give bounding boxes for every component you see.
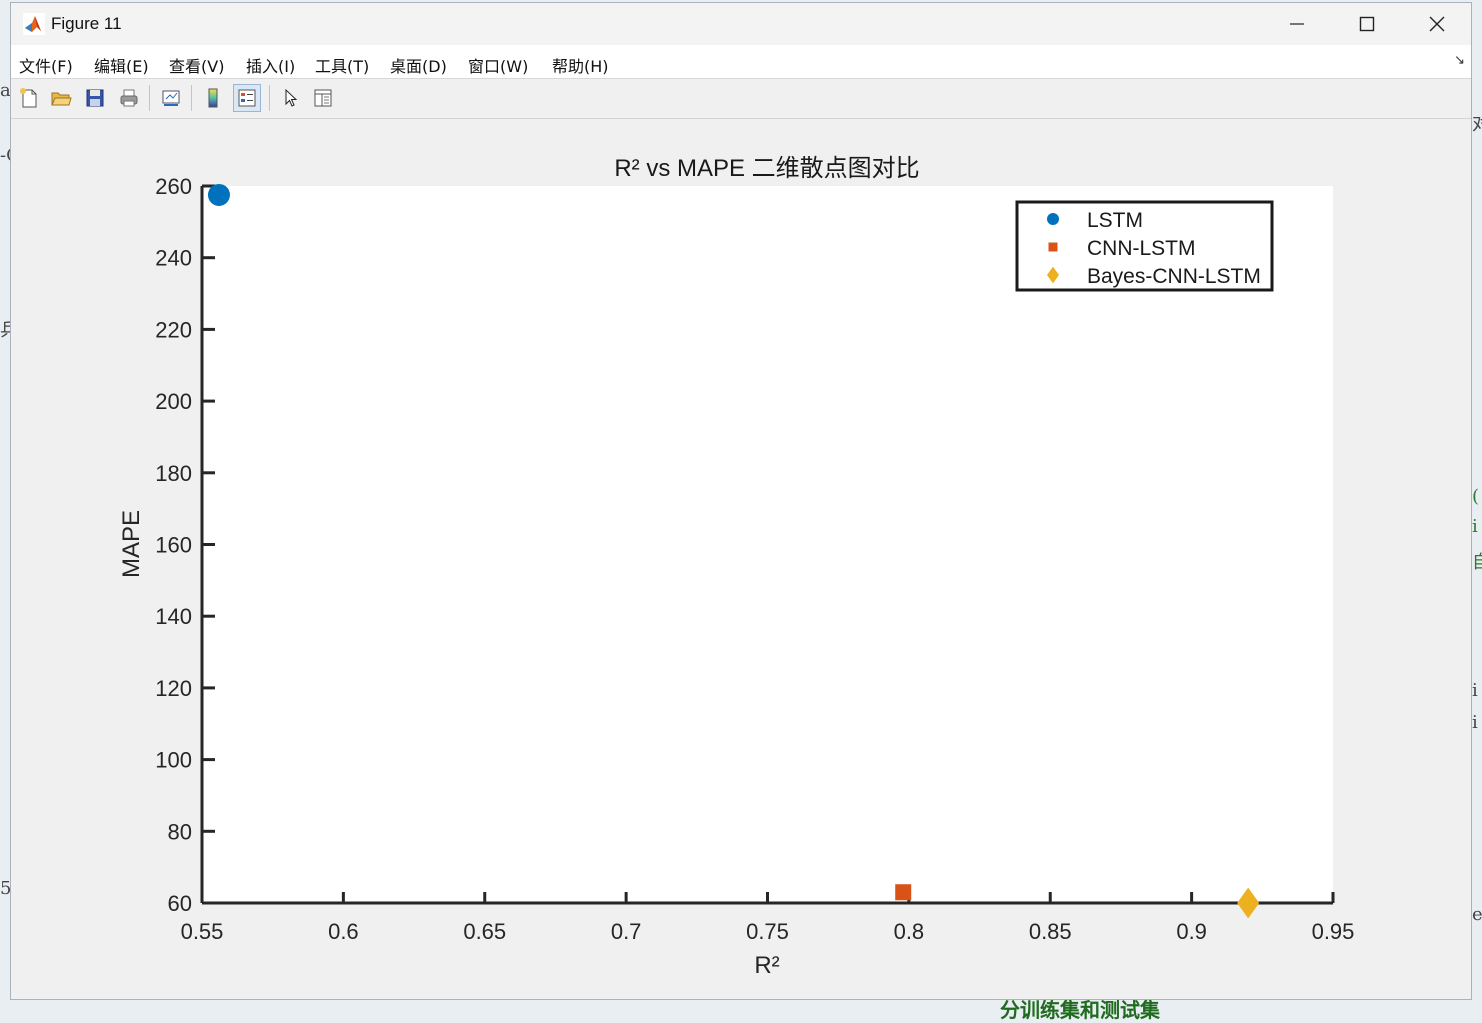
colorbar-icon xyxy=(208,88,218,108)
background-fragment: ( xyxy=(1472,486,1480,507)
plot-area xyxy=(202,186,1333,903)
link-plot-icon xyxy=(162,90,180,106)
figure-canvas: 0.55 0.6 0.65 0.7 0.75 0.8 0.85 0.9 0.95 60 80 100 1… xyxy=(11,119,1471,999)
chart-title: R² vs MAPE 二维散点图对比 xyxy=(614,155,919,182)
x-tick-label: 0.8 xyxy=(894,919,925,944)
scatter-chart: 0.55 0.6 0.65 0.7 0.75 0.8 0.85 0.9 0.95 60 80 100 1… xyxy=(118,155,1355,979)
background-fragment: 自 xyxy=(1472,552,1482,573)
background-fragment: i xyxy=(1472,516,1478,537)
x-tick-label: 0.55 xyxy=(181,919,224,944)
legend-label: CNN-LSTM xyxy=(1087,237,1196,260)
minimize-button[interactable] xyxy=(1263,3,1331,45)
maximize-button[interactable] xyxy=(1333,3,1401,45)
background-fragment: 对 xyxy=(1472,114,1482,135)
legend-label: LSTM xyxy=(1087,209,1143,232)
new-figure-button[interactable] xyxy=(15,84,43,112)
menu-edit[interactable]: 编辑(E) xyxy=(94,53,149,77)
y-tick-label: 60 xyxy=(168,891,192,916)
property-inspector-button[interactable] xyxy=(309,84,337,112)
folder-open-icon xyxy=(51,92,72,106)
figure-window: Figure 11 文件(F) 编辑(E) 查看(V) 插入(I) 工具(T) … xyxy=(10,2,1472,1000)
y-tick-label: 120 xyxy=(155,676,192,701)
window-title: Figure 11 xyxy=(51,14,122,33)
background-fragment: e xyxy=(1472,904,1482,925)
minimize-icon xyxy=(1290,23,1304,25)
close-icon xyxy=(1429,16,1445,32)
pointer-arrow-icon xyxy=(285,88,298,107)
data-point-lstm xyxy=(207,183,230,206)
background-fragment: i xyxy=(1472,680,1478,701)
matlab-icon xyxy=(23,13,45,35)
save-icon xyxy=(86,89,104,107)
y-tick-label: 220 xyxy=(155,317,192,342)
print-button[interactable] xyxy=(115,84,143,112)
insert-legend-button[interactable] xyxy=(233,84,261,112)
x-tick-label: 0.95 xyxy=(1312,919,1355,944)
legend-label: Bayes-CNN-LSTM xyxy=(1087,265,1261,288)
x-tick-label: 0.6 xyxy=(328,919,359,944)
menu-window[interactable]: 窗口(W) xyxy=(468,53,528,77)
dock-arrow-icon[interactable]: ↘ xyxy=(1454,53,1465,68)
y-tick-label: 140 xyxy=(155,604,192,629)
x-tick-label: 0.85 xyxy=(1029,919,1072,944)
menu-desktop[interactable]: 桌面(D) xyxy=(390,53,447,77)
toolbar-separator xyxy=(191,85,192,111)
menu-help[interactable]: 帮助(H) xyxy=(552,53,609,77)
toolbar xyxy=(11,79,1471,119)
open-file-button[interactable] xyxy=(47,84,75,112)
link-plot-button[interactable] xyxy=(157,84,185,112)
x-tick-label: 0.9 xyxy=(1176,919,1207,944)
save-button[interactable] xyxy=(81,84,109,112)
y-tick-label: 80 xyxy=(168,819,192,844)
maximize-icon xyxy=(1359,16,1375,32)
menu-insert[interactable]: 插入(I) xyxy=(246,53,295,77)
x-tick-label: 0.75 xyxy=(746,919,789,944)
legend-icon xyxy=(238,89,256,107)
y-tick-label: 160 xyxy=(155,533,192,558)
close-button[interactable] xyxy=(1403,3,1471,45)
x-axis-label: R² xyxy=(754,952,779,979)
y-tick-label: 100 xyxy=(155,748,192,773)
y-axis-label: MAPE xyxy=(118,510,145,578)
toolbar-separator xyxy=(149,85,150,111)
new-file-icon xyxy=(20,88,37,108)
insert-colorbar-button[interactable] xyxy=(199,84,227,112)
menu-bar: 文件(F) 编辑(E) 查看(V) 插入(I) 工具(T) 桌面(D) 窗口(W… xyxy=(11,45,1471,79)
legend-marker xyxy=(1048,242,1058,252)
menu-tools[interactable]: 工具(T) xyxy=(315,53,369,77)
legend[interactable]: LSTM CNN-LSTM Bayes-CNN-LSTM xyxy=(1015,200,1274,292)
edit-plot-button[interactable] xyxy=(277,84,305,112)
y-tick-label: 180 xyxy=(155,461,192,486)
legend-marker xyxy=(1047,213,1059,225)
y-tick-label: 240 xyxy=(155,246,192,271)
menu-view[interactable]: 查看(V) xyxy=(169,53,224,77)
menu-file[interactable]: 文件(F) xyxy=(19,53,73,77)
title-bar[interactable]: Figure 11 xyxy=(11,3,1471,45)
data-point-cnn-lstm xyxy=(895,884,912,901)
background-fragment: i xyxy=(1472,712,1478,733)
y-tick-label: 200 xyxy=(155,389,192,414)
toolbar-separator xyxy=(269,85,270,111)
x-tick-label: 0.65 xyxy=(463,919,506,944)
y-tick-label: 260 xyxy=(155,174,192,199)
x-tick-label: 0.7 xyxy=(611,919,642,944)
property-inspector-icon xyxy=(314,89,332,107)
print-icon xyxy=(120,89,138,107)
